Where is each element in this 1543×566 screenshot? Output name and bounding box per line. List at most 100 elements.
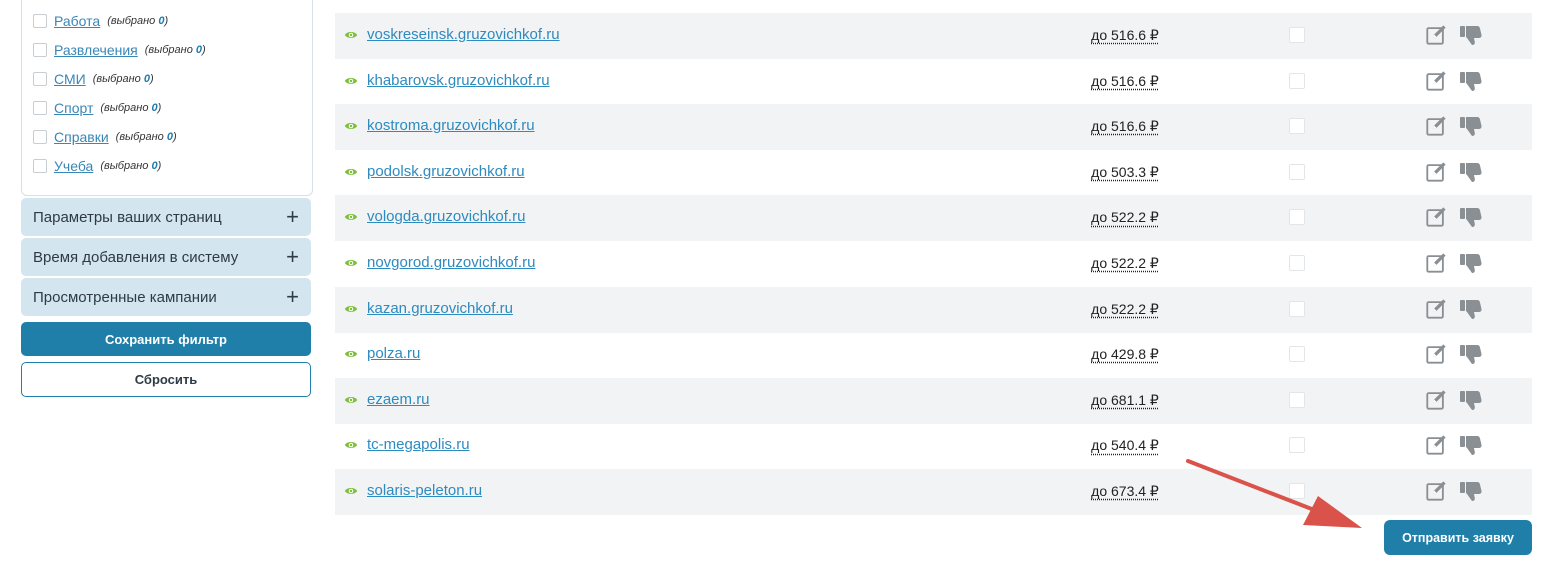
row-checkbox[interactable]: [1289, 163, 1305, 180]
eye-icon[interactable]: [344, 393, 358, 407]
table-row: tc-megapolis.ru до 540.4 ₽: [335, 423, 1532, 469]
category-checkbox[interactable]: [33, 14, 47, 28]
edit-icon[interactable]: [1425, 115, 1447, 137]
category-checkbox[interactable]: [33, 101, 47, 115]
eye-icon[interactable]: [344, 484, 358, 498]
category-checkbox[interactable]: [33, 159, 47, 173]
row-checkbox[interactable]: [1289, 300, 1305, 317]
row-checkbox[interactable]: [1289, 209, 1305, 226]
thumbs-down-icon[interactable]: [1459, 388, 1483, 412]
selected-suffix: ): [149, 73, 154, 85]
edit-icon[interactable]: [1425, 24, 1447, 46]
site-link[interactable]: khabarovsk.gruzovichkof.ru: [367, 72, 550, 89]
thumbs-down-icon[interactable]: [1459, 205, 1483, 229]
row-checkbox[interactable]: [1289, 391, 1305, 408]
price-value: до 673.4 ₽: [1091, 483, 1159, 499]
category-checkbox[interactable]: [33, 130, 47, 144]
category-link[interactable]: Работа: [54, 13, 100, 29]
selected-suffix: ): [157, 160, 162, 172]
site-link[interactable]: vologda.gruzovichkof.ru: [367, 208, 525, 225]
category-link[interactable]: Спорт: [54, 100, 93, 116]
selected-suffix: ): [157, 102, 162, 114]
category-item: Работа (выбрано 0): [33, 13, 168, 29]
edit-icon[interactable]: [1425, 298, 1447, 320]
price-value: до 429.8 ₽: [1091, 346, 1159, 363]
thumbs-down-icon[interactable]: [1459, 23, 1483, 47]
edit-icon[interactable]: [1425, 343, 1447, 365]
selected-suffix: ): [164, 15, 169, 27]
save-filter-button[interactable]: Сохранить фильтр: [21, 322, 311, 356]
selected-prefix: (выбрано: [115, 131, 167, 143]
edit-icon[interactable]: [1425, 206, 1447, 228]
site-link[interactable]: voskreseinsk.gruzovichkof.ru: [367, 26, 560, 43]
edit-icon[interactable]: [1425, 480, 1447, 502]
eye-icon[interactable]: [344, 28, 358, 42]
eye-icon[interactable]: [344, 347, 358, 361]
row-checkbox[interactable]: [1289, 483, 1305, 499]
site-link[interactable]: polza.ru: [367, 345, 420, 362]
eye-icon[interactable]: [344, 256, 358, 270]
selected-suffix: ): [202, 44, 206, 56]
selected-prefix: (выбрано: [100, 160, 152, 172]
price-value: до 516.6 ₽: [1091, 27, 1159, 43]
price-value: до 503.3 ₽: [1091, 163, 1159, 180]
eye-icon[interactable]: [344, 165, 358, 179]
thumbs-down-icon[interactable]: [1459, 114, 1483, 138]
eye-icon[interactable]: [344, 438, 358, 452]
category-selected-count: (выбрано 0): [107, 15, 168, 27]
row-checkbox[interactable]: [1289, 118, 1305, 135]
site-link[interactable]: kazan.gruzovichkof.ru: [367, 300, 513, 317]
category-selected-count: (выбрано 0): [100, 102, 161, 114]
row-checkbox[interactable]: [1289, 27, 1305, 43]
thumbs-down-icon[interactable]: [1459, 160, 1483, 184]
thumbs-down-icon[interactable]: [1459, 297, 1483, 321]
site-link[interactable]: podolsk.gruzovichkof.ru: [367, 163, 525, 180]
category-checkbox[interactable]: [33, 72, 47, 86]
selected-prefix: (выбрано: [107, 15, 159, 27]
row-checkbox[interactable]: [1289, 72, 1305, 89]
category-link[interactable]: СМИ: [54, 71, 86, 87]
site-link[interactable]: ezaem.ru: [367, 391, 430, 408]
thumbs-down-icon[interactable]: [1459, 342, 1483, 366]
site-link[interactable]: solaris-peleton.ru: [367, 482, 482, 499]
thumbs-down-icon[interactable]: [1459, 479, 1483, 503]
selected-suffix: ): [172, 131, 177, 143]
eye-icon[interactable]: [344, 74, 358, 88]
row-checkbox[interactable]: [1289, 255, 1305, 271]
edit-icon[interactable]: [1425, 434, 1447, 456]
plus-icon: +: [286, 244, 299, 269]
edit-icon[interactable]: [1425, 70, 1447, 92]
category-selected-count: (выбрано 0): [145, 44, 206, 56]
table-row: kostroma.gruzovichkof.ru до 516.6 ₽: [335, 104, 1532, 151]
eye-icon[interactable]: [344, 210, 358, 224]
site-link[interactable]: kostroma.gruzovichkof.ru: [367, 117, 535, 134]
edit-icon[interactable]: [1425, 161, 1447, 183]
price-value: до 681.1 ₽: [1091, 391, 1159, 408]
row-checkbox[interactable]: [1289, 437, 1305, 454]
selected-prefix: (выбрано: [144, 44, 196, 56]
selected-prefix: (выбрано: [92, 73, 144, 85]
accordion-added-time[interactable]: Время добавления в систему +: [21, 238, 311, 276]
accordion-page-params[interactable]: Параметры ваших страниц +: [21, 198, 311, 236]
category-link[interactable]: Развлечения: [54, 42, 138, 58]
selected-prefix: (выбрано: [100, 102, 152, 114]
category-checkbox[interactable]: [33, 43, 47, 57]
site-link[interactable]: tc-megapolis.ru: [367, 436, 470, 453]
row-checkbox[interactable]: [1289, 346, 1305, 363]
submit-request-button[interactable]: Отправить заявку: [1384, 520, 1532, 555]
eye-icon[interactable]: [344, 119, 358, 133]
price-value: до 516.6 ₽: [1091, 72, 1159, 89]
eye-icon[interactable]: [344, 302, 358, 316]
table-row: podolsk.gruzovichkof.ru до 503.3 ₽: [335, 150, 1532, 196]
table-row: novgorod.gruzovichkof.ru до 522.2 ₽: [335, 241, 1532, 287]
thumbs-down-icon[interactable]: [1459, 69, 1483, 93]
category-link[interactable]: Учеба: [54, 158, 93, 174]
thumbs-down-icon[interactable]: [1459, 251, 1483, 275]
edit-icon[interactable]: [1425, 252, 1447, 274]
category-link[interactable]: Справки: [54, 129, 109, 145]
reset-button[interactable]: Сбросить: [21, 362, 311, 397]
thumbs-down-icon[interactable]: [1459, 433, 1483, 457]
edit-icon[interactable]: [1425, 389, 1447, 411]
site-link[interactable]: novgorod.gruzovichkof.ru: [367, 254, 535, 271]
accordion-viewed-campaigns[interactable]: Просмотренные кампании +: [21, 278, 311, 316]
